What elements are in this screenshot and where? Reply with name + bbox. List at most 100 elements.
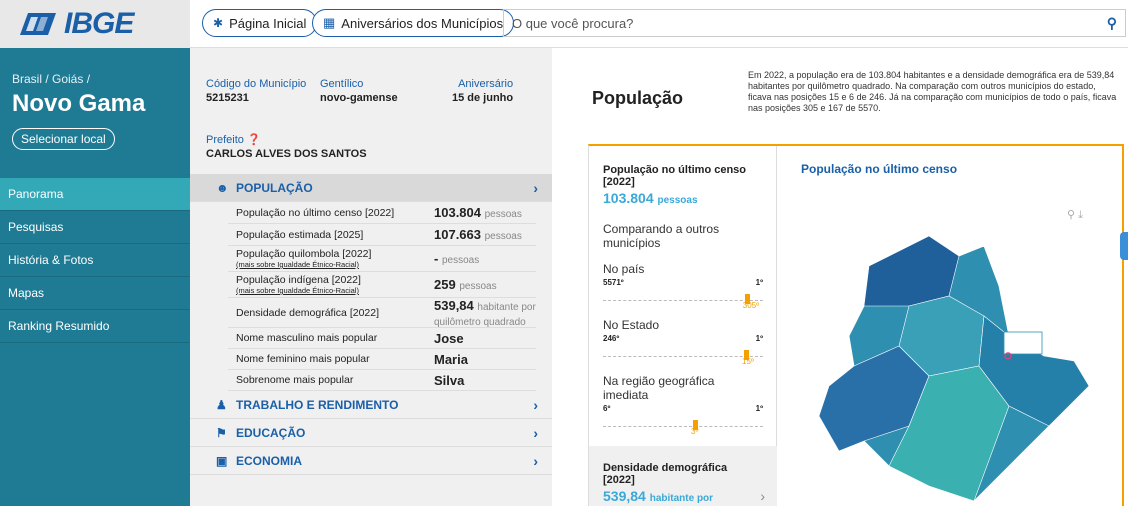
rank-slider: Na região geográfica imediata 6º 1º 3º	[603, 374, 763, 436]
chevron-right-icon: ›	[533, 396, 538, 413]
table-row: População quilombola [2022] (mais sobre I…	[228, 246, 536, 272]
card-left-panel: População no último censo [2022] 103.804…	[589, 146, 777, 506]
row-label: População indígena [2022] (mais sobre Igu…	[228, 274, 434, 295]
ibge-logo[interactable]: IBGE	[0, 0, 190, 48]
rank-track: 15º	[603, 343, 763, 366]
rank-max: 1º	[755, 404, 763, 413]
row-number: 539,84	[434, 297, 474, 313]
rank-max: 1º	[755, 278, 763, 287]
section-economia[interactable]: ▣ ECONOMIA ›	[190, 447, 552, 475]
chevron-right-icon: ›	[760, 488, 765, 504]
rank-labels: 6º 1º	[603, 404, 763, 413]
population-card: População no último censo [2022] 103.804…	[588, 144, 1124, 506]
density-number: 539,84	[603, 488, 646, 504]
row-label: Densidade demográfica [2022]	[228, 307, 434, 319]
row-value: Silva	[434, 373, 536, 388]
row-label-text: Nome masculino mais popular	[236, 332, 378, 344]
ethnic-racial-link[interactable]: (mais sobre Igualdade Étnico-Racial)	[236, 286, 434, 295]
goias-map[interactable]	[809, 226, 1109, 508]
section-populacao[interactable]: ☻ POPULAÇÃO ›	[190, 174, 552, 202]
row-number: Jose	[434, 330, 464, 346]
compare-label: Comparando a outros municípios	[603, 222, 720, 250]
row-label: Sobrenome mais popular	[228, 374, 434, 386]
row-value: Maria	[434, 352, 536, 367]
mayor-block: Prefeito ❓ CARLOS ALVES DOS SANTOS	[206, 133, 367, 160]
table-row: População estimada [2025] 107.663 pessoas	[228, 224, 536, 246]
home-button[interactable]: ✱ Página Inicial	[202, 9, 318, 37]
worker-icon: ♟	[216, 397, 227, 412]
rank-title: No Estado	[603, 318, 660, 332]
mayor-value: CARLOS ALVES DOS SANTOS	[206, 148, 367, 160]
chevron-right-icon: ›	[533, 179, 538, 196]
sidebar-item-ranking[interactable]: Ranking Resumido	[0, 310, 190, 343]
map-title: População no último censo	[801, 162, 958, 176]
search-input[interactable]: O que você procura? ⚲	[503, 9, 1126, 37]
sidebar-item-historia[interactable]: História & Fotos	[0, 244, 190, 277]
rank-track: 3º	[603, 413, 763, 436]
sidebar-item-panorama[interactable]: Panorama	[0, 178, 190, 211]
download-icon[interactable]: ⤓	[1078, 209, 1083, 221]
rank-min: 6º	[603, 404, 611, 413]
table-row: Nome feminino mais popular Maria	[228, 349, 536, 370]
map-federal-district	[1003, 331, 1043, 355]
row-label-text: Densidade demográfica [2022]	[236, 306, 380, 319]
row-label: Nome masculino mais popular	[228, 332, 434, 344]
anniversary-button[interactable]: ▦ Aniversários dos Municípios	[312, 9, 515, 37]
section-label: ECONOMIA	[236, 453, 302, 468]
row-label: População estimada [2025]	[228, 229, 434, 241]
row-value: 103.804 pessoas	[434, 205, 536, 220]
breadcrumb[interactable]: Brasil / Goiás /	[12, 72, 178, 86]
select-location-button[interactable]: Selecionar local	[12, 128, 115, 150]
code-label: Código do Município	[206, 78, 307, 90]
table-row: População no último censo [2022] 103.804 …	[228, 202, 536, 224]
row-unit: pessoas	[441, 255, 480, 266]
section-trabalho[interactable]: ♟ TRABALHO E RENDIMENTO ›	[190, 391, 552, 419]
density-box[interactable]: Densidade demográfica [2022] 539,84 habi…	[589, 446, 777, 506]
sidebar-item-mapas[interactable]: Mapas	[0, 277, 190, 310]
help-icon[interactable]: ❓	[247, 134, 261, 146]
population-table: População no último censo [2022] 103.804 …	[190, 202, 552, 391]
section-label: EDUCAÇÃO	[236, 425, 306, 440]
code-block: Código do Município 5215231	[206, 78, 306, 104]
ethnic-racial-link[interactable]: (mais sobre Igualdade Étnico-Racial)	[236, 260, 434, 269]
rank-slider: No país 5571º 1º 305º	[603, 262, 763, 310]
section-label: POPULAÇÃO	[236, 180, 313, 195]
row-number: 259	[434, 277, 456, 292]
rank-max: 1º	[755, 334, 763, 343]
money-icon: ▣	[216, 453, 228, 468]
table-row: Sobrenome mais popular Silva	[228, 370, 536, 391]
sidebar-item-pesquisas[interactable]: Pesquisas	[0, 211, 190, 244]
mayor-label: Prefeito	[206, 134, 244, 146]
row-unit: pessoas	[484, 231, 522, 242]
logo-text: IBGE	[64, 7, 134, 40]
anniversary-value: 15 de junho	[452, 92, 514, 104]
anniversary-info-label: Aniversário	[458, 78, 514, 90]
density-unit: habitante por	[649, 493, 714, 504]
row-unit: pessoas	[484, 209, 522, 220]
top-bar: IBGE ✱ Página Inicial ▦ Aniversários dos…	[0, 0, 1128, 48]
card-number: 103.804	[603, 190, 654, 206]
search-icon[interactable]: ⚲	[1107, 15, 1117, 32]
row-value: - pessoas	[434, 251, 536, 266]
chevron-right-icon: ›	[533, 424, 538, 441]
rank-track: 305º	[603, 287, 763, 310]
side-float-button[interactable]	[1120, 232, 1128, 260]
code-value: 5215231	[206, 92, 249, 104]
rank-position: 305º	[742, 301, 760, 310]
section-educacao[interactable]: ⚑ EDUCAÇÃO ›	[190, 419, 552, 447]
rank-min: 5571º	[603, 278, 624, 287]
info-header: Código do Município 5215231 Gentílico no…	[190, 48, 552, 174]
rank-position: 3º	[691, 427, 699, 436]
zoom-icon[interactable]: ⚲	[1067, 209, 1075, 221]
mayor-label-wrap: Prefeito ❓	[206, 133, 367, 146]
row-label-text: Sobrenome mais popular	[236, 374, 354, 386]
population-description: Em 2022, a população era de 103.804 habi…	[748, 70, 1117, 113]
row-value: 539,84 habitante por quilômetro quadrado	[434, 298, 536, 328]
people-icon: ☻	[216, 180, 229, 195]
card-unit: pessoas	[657, 195, 698, 206]
rank-labels: 5571º 1º	[603, 278, 763, 287]
table-row: População indígena [2022] (mais sobre Igu…	[228, 272, 536, 298]
rank-min: 246º	[603, 334, 620, 343]
gentilic-label: Gentílico	[320, 78, 364, 90]
anniversary-block: Aniversário 15 de junho	[452, 78, 513, 104]
